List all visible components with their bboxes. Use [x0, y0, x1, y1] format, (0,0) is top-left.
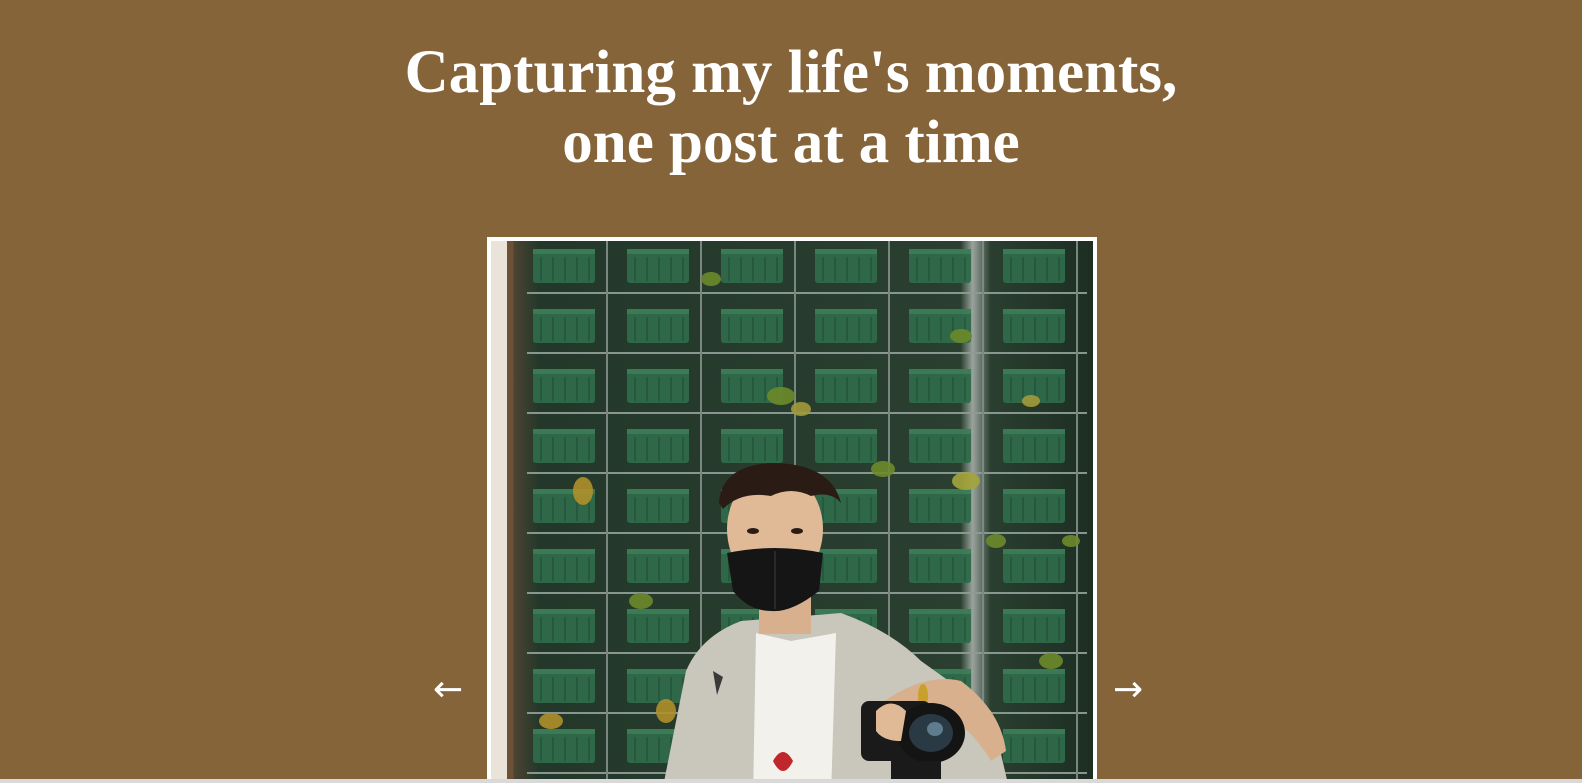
hero-headline-line-2: one post at a time [562, 109, 1020, 176]
hero-headline-line-1: Capturing my life's moments, [404, 39, 1178, 106]
carousel-photo [487, 237, 1097, 783]
horizontal-scrollbar[interactable] [0, 779, 1582, 783]
page: Capturing my life's moments, one post at… [0, 0, 1582, 783]
carousel-prev-arrow-icon[interactable]: ← [433, 668, 463, 712]
hero-headline: Capturing my life's moments, one post at… [0, 38, 1582, 178]
carousel-next-arrow-icon[interactable]: → [1113, 668, 1143, 712]
